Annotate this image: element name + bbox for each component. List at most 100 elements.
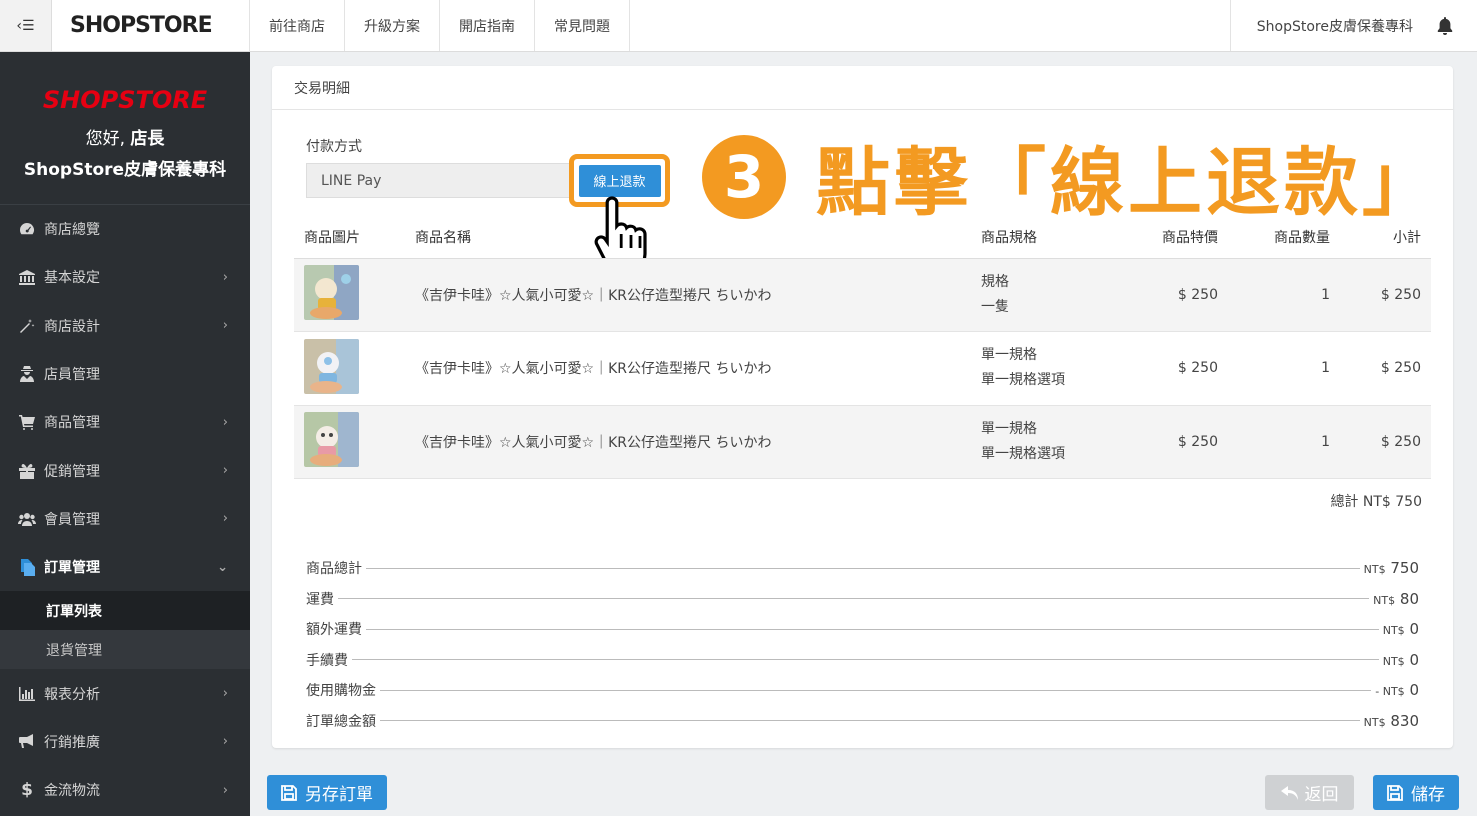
- save-button[interactable]: 儲存: [1373, 775, 1459, 810]
- sidebar-item-payment-logistics[interactable]: $ 金流物流 ›: [0, 766, 250, 814]
- sidebar-brand: SHOPSTORE 您好, 店長 ShopStore皮膚保養專科: [0, 52, 250, 205]
- product-price: $ 250: [1121, 331, 1228, 406]
- sidebar-item-marketing[interactable]: 行銷推廣 ›: [0, 718, 250, 766]
- product-image-cell: [294, 405, 405, 479]
- save-label: 儲存: [1411, 785, 1445, 804]
- product-price: $ 250: [1121, 405, 1228, 479]
- bullhorn-icon: [17, 734, 37, 750]
- nav-upgrade-plan[interactable]: 升級方案: [345, 0, 440, 51]
- summary-row-extra-shipping: 額外運費 NT$ 0: [306, 614, 1419, 645]
- undo-icon: [1280, 785, 1298, 800]
- user-secret-icon: [17, 366, 37, 383]
- chevron-right-icon: ›: [222, 734, 228, 750]
- summary-value: NT$ 750: [1364, 559, 1419, 577]
- back-button[interactable]: 返回: [1265, 775, 1354, 810]
- save-as-order-label: 另存訂單: [305, 785, 373, 804]
- store-name-menu[interactable]: ShopStore皮膚保養專科: [1229, 0, 1437, 51]
- sidebar-store-name: ShopStore皮膚保養專科: [23, 160, 227, 180]
- bell-icon[interactable]: [1437, 0, 1477, 51]
- sidebar-item-label: 基本設定: [44, 270, 100, 287]
- product-name[interactable]: 《吉伊卡哇》☆人氣小可愛☆｜KR公仔造型捲尺 ちいかわ: [405, 258, 971, 332]
- product-qty: 1: [1228, 258, 1340, 332]
- sidebar-item-reports[interactable]: 報表分析 ›: [0, 669, 250, 717]
- product-thumbnail[interactable]: [304, 265, 359, 321]
- chevron-right-icon: ›: [222, 269, 228, 285]
- sidebar-item-products[interactable]: 商品管理 ›: [0, 398, 250, 446]
- amount: 0: [1409, 620, 1419, 639]
- currency-prefix: NT$: [1382, 654, 1405, 668]
- summary-label: 使用購物金: [306, 683, 376, 700]
- product-image-cell: [294, 258, 405, 332]
- dashboard-icon: [17, 221, 37, 237]
- online-refund-button[interactable]: 線上退款: [578, 164, 661, 197]
- transaction-detail-panel: 交易明細 付款方式 LINE Pay 線上退款 3 點擊「線上退款」 商品圖片 …: [272, 66, 1453, 748]
- sidebar-item-staff[interactable]: 店員管理: [0, 350, 250, 398]
- sidebar-item-label: 訂單管理: [44, 560, 100, 577]
- chevron-right-icon: ›: [222, 318, 228, 334]
- chevron-right-icon: ›: [222, 782, 228, 798]
- amount: 830: [1390, 711, 1419, 730]
- spec-option: 單一規格選項: [981, 372, 1065, 389]
- table-row: 《吉伊卡哇》☆人氣小可愛☆｜KR公仔造型捲尺 ちいかわ 單一規格 單一規格選項 …: [294, 405, 1431, 479]
- product-spec: 單一規格 單一規格選項: [971, 405, 1121, 479]
- sidebar-item-label: 報表分析: [44, 686, 100, 703]
- summary-label: 運費: [306, 591, 334, 608]
- amount: 0: [1409, 681, 1419, 700]
- sidebar-item-promotions[interactable]: 促銷管理 ›: [0, 446, 250, 494]
- nav-go-to-store[interactable]: 前往商店: [250, 0, 345, 51]
- currency-prefix: NT$: [1373, 593, 1396, 607]
- table-header-row: 商品圖片 商品名稱 商品規格 商品特價 商品數量 小計: [294, 216, 1431, 259]
- sidebar-item-label: 商品管理: [44, 415, 100, 432]
- order-total: 總計 NT$ 750: [1330, 494, 1422, 510]
- product-subtotal: $ 250: [1340, 258, 1431, 332]
- orders-icon: [17, 558, 37, 576]
- sidebar-toggle-button[interactable]: ‹☰: [0, 0, 52, 51]
- currency-prefix: NT$: [1382, 624, 1405, 638]
- summary-value: - NT$ 0: [1375, 681, 1419, 699]
- save-as-order-button[interactable]: 另存訂單: [267, 775, 387, 810]
- summary-row-fee: 手續費 NT$ 0: [306, 645, 1419, 676]
- header-logo[interactable]: SHOPSTORE: [52, 0, 250, 51]
- sidebar-subitem-returns[interactable]: 退貨管理: [0, 630, 250, 670]
- summary-label: 額外運費: [306, 622, 362, 639]
- summary-value: NT$ 830: [1364, 712, 1419, 730]
- floppy-disk-icon: [281, 784, 297, 801]
- chevron-right-icon: ›: [222, 414, 228, 430]
- sidebar-item-members[interactable]: 會員管理 ›: [0, 495, 250, 543]
- dotted-leader: [366, 567, 1360, 569]
- product-name[interactable]: 《吉伊卡哇》☆人氣小可愛☆｜KR公仔造型捲尺 ちいかわ: [405, 331, 971, 406]
- col-header-price: 商品特價: [1121, 216, 1228, 259]
- greeting: 您好, 店長: [0, 124, 250, 149]
- order-items-table: 商品圖片 商品名稱 商品規格 商品特價 商品數量 小計 《吉伊卡哇》☆人氣小可愛…: [294, 216, 1431, 479]
- product-thumbnail[interactable]: [304, 338, 359, 394]
- amount: 750: [1390, 559, 1419, 578]
- back-label: 返回: [1304, 785, 1339, 804]
- col-header-qty: 商品數量: [1228, 216, 1340, 259]
- product-name[interactable]: 《吉伊卡哇》☆人氣小可愛☆｜KR公仔造型捲尺 ちいかわ: [405, 405, 971, 479]
- sidebar-item-store-overview[interactable]: 商店總覽: [0, 205, 250, 253]
- product-thumbnail[interactable]: [304, 412, 359, 468]
- bank-icon: [17, 269, 37, 285]
- dotted-leader: [380, 720, 1360, 722]
- currency-prefix: NT$: [1363, 715, 1386, 729]
- panel-title: 交易明細: [272, 66, 1453, 110]
- sidebar-item-store-design[interactable]: 商店設計 ›: [0, 302, 250, 350]
- header-logo-text: SHOPSTORE: [70, 13, 213, 38]
- sidebar-item-basic-settings[interactable]: 基本設定 ›: [0, 253, 250, 301]
- dotted-leader: [338, 598, 1370, 600]
- col-header-name: 商品名稱: [405, 216, 971, 259]
- dotted-leader: [380, 689, 1372, 691]
- summary-value: NT$ 0: [1383, 651, 1419, 669]
- sidebar-item-orders[interactable]: 訂單管理 ⌄: [0, 543, 250, 591]
- currency-prefix: - NT$: [1375, 685, 1405, 699]
- dollar-icon: $: [21, 780, 33, 801]
- dotted-leader: [366, 628, 1379, 630]
- nav-faq[interactable]: 常見問題: [535, 0, 630, 51]
- bar-chart-icon: [17, 686, 37, 702]
- nav-store-guide[interactable]: 開店指南: [440, 0, 535, 51]
- sidebar-subitem-order-list[interactable]: 訂單列表: [0, 591, 250, 631]
- sidebar-item-label: 商店總覽: [44, 222, 100, 239]
- product-qty: 1: [1228, 405, 1340, 479]
- users-icon: [17, 511, 37, 527]
- sidebar-item-label: 商店設計: [44, 318, 100, 335]
